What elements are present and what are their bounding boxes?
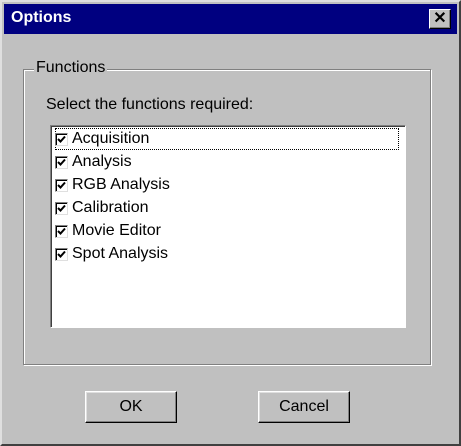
- checkmark-icon: [57, 135, 66, 143]
- item-label: Spot Analysis: [72, 245, 169, 262]
- list-item-spot-analysis[interactable]: Spot Analysis: [55, 243, 399, 265]
- title-bar[interactable]: Options ✕: [4, 4, 457, 34]
- dialog-title: Options: [11, 9, 72, 26]
- checkbox-movie-editor[interactable]: [55, 224, 68, 238]
- checkbox-calibration[interactable]: [55, 201, 68, 215]
- ok-button-label: OK: [119, 398, 143, 415]
- checkmark-icon: [57, 204, 66, 212]
- item-label: Movie Editor: [72, 222, 161, 239]
- checkbox-analysis[interactable]: [55, 155, 68, 169]
- checkmark-icon: [57, 158, 66, 166]
- checkbox-spot-analysis[interactable]: [55, 247, 68, 261]
- list-item-movie-editor[interactable]: Movie Editor: [55, 220, 399, 242]
- functions-prompt: Select the functions required:: [46, 96, 254, 113]
- functions-group-label: Functions: [34, 59, 108, 77]
- item-label: Acquisition: [72, 130, 150, 147]
- checkbox-acquisition[interactable]: [55, 132, 68, 146]
- item-label: RGB Analysis: [72, 176, 170, 193]
- list-item-calibration[interactable]: Calibration: [55, 197, 399, 219]
- checkmark-icon: [57, 250, 66, 258]
- close-button[interactable]: ✕: [429, 9, 451, 29]
- cancel-button-label: Cancel: [279, 398, 329, 415]
- list-item-rgb-analysis[interactable]: RGB Analysis: [55, 174, 399, 196]
- cancel-button[interactable]: Cancel: [258, 391, 350, 423]
- functions-checklist[interactable]: Acquisition Analysis RGB Analysis Calibr…: [50, 125, 406, 328]
- list-item-acquisition[interactable]: Acquisition: [55, 128, 399, 150]
- item-label: Calibration: [72, 199, 149, 216]
- list-item-analysis[interactable]: Analysis: [55, 151, 399, 173]
- checkmark-icon: [57, 181, 66, 189]
- options-dialog: Options ✕ Functions Select the functions…: [0, 0, 461, 446]
- checkbox-rgb-analysis[interactable]: [55, 178, 68, 192]
- item-label: Analysis: [72, 153, 132, 170]
- checkmark-icon: [57, 227, 66, 235]
- close-icon: ✕: [433, 10, 447, 27]
- ok-button[interactable]: OK: [85, 391, 177, 423]
